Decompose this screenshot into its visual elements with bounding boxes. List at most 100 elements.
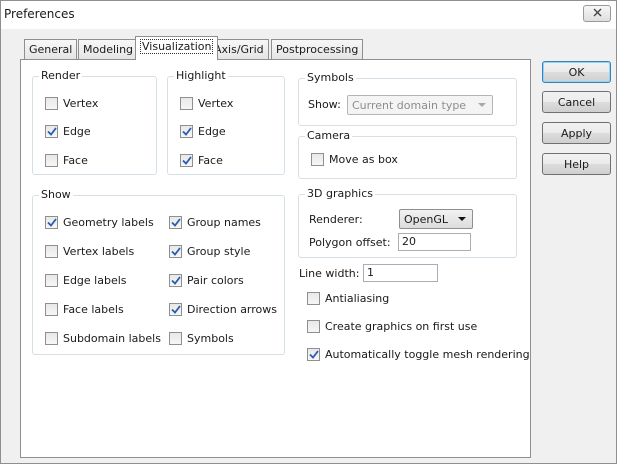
antialiasing-checkbox[interactable]: Antialiasing bbox=[307, 292, 389, 305]
checkbox-box bbox=[45, 332, 58, 345]
symbols-show-dropdown[interactable]: Current domain type bbox=[347, 95, 493, 115]
render-group: Render Vertex Edge Face bbox=[32, 69, 157, 175]
visualization-panel: Render Vertex Edge Face Highlight Vertex bbox=[20, 59, 531, 458]
window-title: Preferences bbox=[4, 7, 75, 21]
check-mark-icon bbox=[181, 127, 192, 136]
render-vertex-checkbox[interactable]: Vertex bbox=[45, 97, 98, 110]
ok-button[interactable]: OK bbox=[542, 61, 611, 83]
checkbox-label: Edge bbox=[198, 125, 226, 138]
checkbox-box bbox=[307, 320, 320, 333]
checkbox-label: Direction arrows bbox=[187, 303, 277, 316]
line-width-field[interactable]: 1 bbox=[363, 264, 438, 282]
checkbox-label: Edge labels bbox=[63, 274, 127, 287]
geometry-labels-checkbox[interactable]: Geometry labels bbox=[45, 216, 154, 229]
checkbox-label: Pair colors bbox=[187, 274, 244, 287]
checkbox-box bbox=[45, 154, 58, 167]
checkbox-box bbox=[307, 348, 320, 361]
highlight-edge-checkbox[interactable]: Edge bbox=[180, 125, 226, 138]
checkbox-box bbox=[180, 154, 193, 167]
3d-graphics-group-label: 3D graphics bbox=[305, 187, 375, 200]
tab-postprocessing[interactable]: Postprocessing bbox=[271, 39, 364, 59]
pair-colors-checkbox[interactable]: Pair colors bbox=[169, 274, 244, 287]
create-graphics-checkbox[interactable]: Create graphics on first use bbox=[307, 320, 477, 333]
checkbox-box bbox=[169, 274, 182, 287]
title-bar: Preferences bbox=[1, 1, 616, 29]
checkbox-label: Create graphics on first use bbox=[325, 320, 478, 333]
tab-general[interactable]: General bbox=[24, 39, 78, 59]
checkbox-box bbox=[311, 153, 324, 166]
show-group-label: Show bbox=[39, 188, 73, 201]
checkbox-box bbox=[169, 303, 182, 316]
render-edge-checkbox[interactable]: Edge bbox=[45, 125, 91, 138]
checkbox-box bbox=[169, 216, 182, 229]
symbols-checkbox[interactable]: Symbols bbox=[169, 332, 234, 345]
symbols-group: Symbols Show: Current domain type bbox=[298, 71, 517, 126]
button-label: Apply bbox=[560, 126, 593, 140]
highlight-face-checkbox[interactable]: Face bbox=[180, 154, 223, 167]
apply-button[interactable]: Apply bbox=[542, 122, 611, 144]
group-names-checkbox[interactable]: Group names bbox=[169, 216, 261, 229]
tab-label: Postprocessing bbox=[276, 43, 359, 56]
tab-label: Visualization bbox=[140, 39, 214, 54]
close-button[interactable] bbox=[583, 5, 611, 22]
checkbox-box bbox=[45, 303, 58, 316]
checkbox-box bbox=[45, 97, 58, 110]
group-style-checkbox[interactable]: Group style bbox=[169, 245, 250, 258]
checkbox-label: Edge bbox=[63, 125, 91, 138]
camera-group-label: Camera bbox=[305, 129, 353, 142]
button-label: Cancel bbox=[557, 95, 596, 109]
renderer-dropdown[interactable]: OpenGL bbox=[399, 209, 473, 229]
button-label: OK bbox=[568, 65, 585, 79]
tab-label: Axis/Grid bbox=[214, 43, 264, 56]
symbols-group-label: Symbols bbox=[305, 71, 356, 84]
cancel-button[interactable]: Cancel bbox=[542, 91, 611, 113]
checkbox-box bbox=[45, 274, 58, 287]
show-group: Show Geometry labels Vertex labels Edge … bbox=[32, 188, 285, 355]
check-mark-icon bbox=[46, 127, 57, 136]
polygon-offset-field[interactable]: 20 bbox=[398, 233, 471, 251]
checkbox-box bbox=[169, 245, 182, 258]
check-mark-icon bbox=[181, 156, 192, 165]
tab-label: Modeling bbox=[83, 43, 134, 56]
checkbox-label: Face bbox=[198, 154, 223, 167]
check-mark-icon bbox=[170, 247, 181, 256]
checkbox-box bbox=[45, 245, 58, 258]
checkbox-label: Symbols bbox=[187, 332, 234, 345]
edge-labels-checkbox[interactable]: Edge labels bbox=[45, 274, 127, 287]
tab-modeling[interactable]: Modeling bbox=[78, 39, 139, 59]
toggle-mesh-rendering-checkbox[interactable]: Automatically toggle mesh rendering bbox=[307, 348, 530, 361]
renderer-label: Renderer: bbox=[309, 213, 363, 226]
checkbox-label: Subdomain labels bbox=[63, 332, 161, 345]
render-face-checkbox[interactable]: Face bbox=[45, 154, 88, 167]
subdomain-labels-checkbox[interactable]: Subdomain labels bbox=[45, 332, 161, 345]
checkbox-label: Face bbox=[63, 154, 88, 167]
close-icon bbox=[593, 7, 602, 20]
check-mark-icon bbox=[308, 350, 319, 359]
checkbox-box bbox=[45, 216, 58, 229]
checkbox-label: Vertex labels bbox=[63, 245, 135, 258]
check-mark-icon bbox=[46, 218, 57, 227]
checkbox-label: Vertex bbox=[198, 97, 234, 110]
check-mark-icon bbox=[170, 218, 181, 227]
dropdown-value: Current domain type bbox=[352, 98, 467, 112]
line-width-label: Line width: bbox=[299, 267, 360, 280]
direction-arrows-checkbox[interactable]: Direction arrows bbox=[169, 303, 277, 316]
checkbox-label: Automatically toggle mesh rendering bbox=[325, 348, 530, 361]
checkbox-label: Move as box bbox=[329, 153, 398, 166]
vertex-labels-checkbox[interactable]: Vertex labels bbox=[45, 245, 134, 258]
checkbox-label: Vertex bbox=[63, 97, 99, 110]
help-button[interactable]: Help bbox=[542, 153, 611, 175]
button-label: Help bbox=[563, 157, 590, 171]
face-labels-checkbox[interactable]: Face labels bbox=[45, 303, 124, 316]
check-mark-icon bbox=[170, 276, 181, 285]
move-as-box-checkbox[interactable]: Move as box bbox=[311, 153, 398, 166]
checkbox-box bbox=[307, 292, 320, 305]
tab-visualization[interactable]: Visualization bbox=[135, 36, 219, 60]
checkbox-box bbox=[180, 125, 193, 138]
chevron-down-icon bbox=[478, 103, 486, 107]
highlight-vertex-checkbox[interactable]: Vertex bbox=[180, 97, 233, 110]
checkbox-box bbox=[180, 97, 193, 110]
3d-graphics-group: 3D graphics Renderer: OpenGL Polygon off… bbox=[298, 187, 517, 258]
check-mark-icon bbox=[170, 305, 181, 314]
polygon-offset-label: Polygon offset: bbox=[309, 236, 391, 249]
